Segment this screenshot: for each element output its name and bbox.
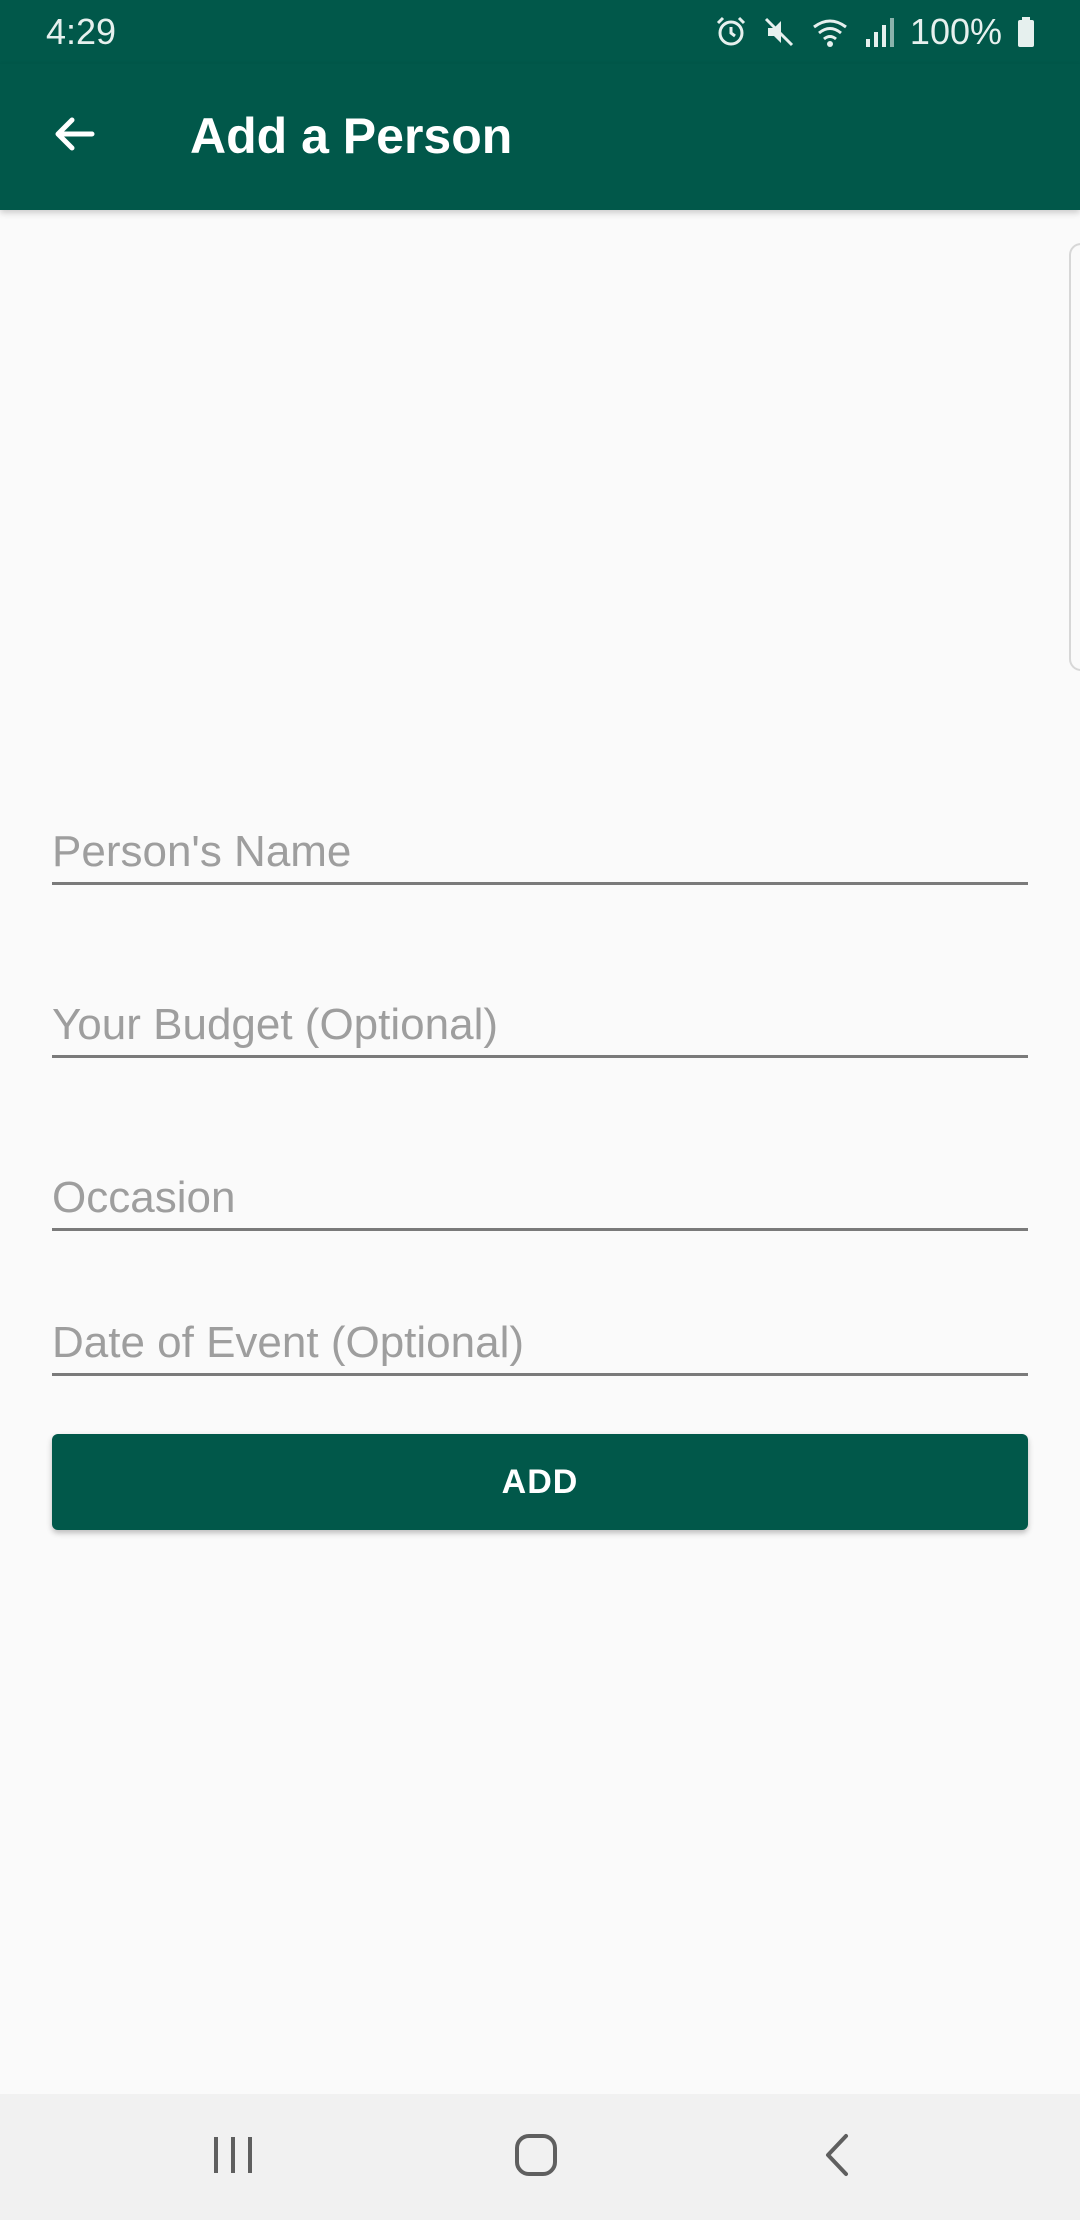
app-bar: Add a Person — [0, 64, 1080, 210]
back-icon — [818, 2132, 858, 2183]
wifi-icon — [810, 15, 850, 49]
budget-field — [52, 995, 1028, 1058]
event-date-field — [52, 1313, 1028, 1376]
system-nav-bar — [0, 2094, 1080, 2220]
recent-apps-icon — [210, 2135, 256, 2180]
status-bar: 4:29 100% — [0, 0, 1080, 64]
home-icon — [513, 2132, 559, 2183]
person-name-field — [52, 822, 1028, 885]
back-button[interactable] — [34, 96, 114, 176]
occasion-input[interactable] — [52, 1168, 1028, 1228]
mute-icon — [762, 15, 796, 49]
page-title: Add a Person — [190, 108, 513, 164]
add-button[interactable]: ADD — [52, 1434, 1028, 1530]
add-person-screen: 4:29 100% Add a Person Person's Name You… — [0, 0, 1080, 2220]
battery-percent: 100% — [909, 11, 1002, 52]
budget-input[interactable] — [52, 995, 1028, 1055]
alarm-icon — [714, 15, 748, 49]
edge-panel-handle[interactable] — [1069, 243, 1080, 671]
arrow-back-icon — [50, 110, 98, 163]
home-button[interactable] — [486, 2114, 586, 2200]
nav-back-button[interactable] — [788, 2114, 888, 2200]
event-date-input[interactable] — [52, 1313, 1028, 1373]
person-name-input[interactable] — [52, 822, 1028, 882]
battery-icon — [1016, 15, 1036, 49]
recent-apps-button[interactable] — [183, 2114, 283, 2200]
status-icons: 100% — [714, 10, 1036, 54]
signal-icon — [864, 15, 894, 49]
status-time: 4:29 — [46, 11, 117, 52]
occasion-field — [52, 1168, 1028, 1231]
